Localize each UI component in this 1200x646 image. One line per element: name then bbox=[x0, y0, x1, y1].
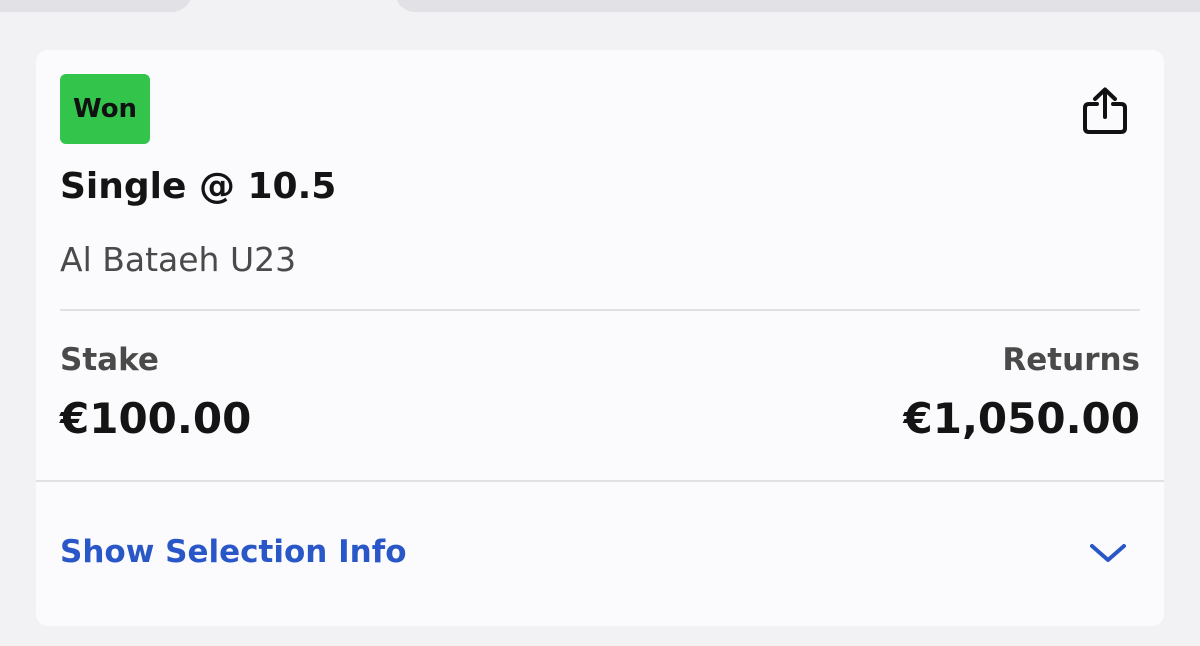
show-selection-info-label: Show Selection Info bbox=[60, 534, 407, 570]
stake-label: Stake bbox=[60, 342, 159, 378]
returns-label: Returns bbox=[1002, 342, 1140, 378]
bet-card: Won Single @ 10.5 Al Bataeh U23 Stake €1… bbox=[36, 50, 1164, 626]
share-icon bbox=[1083, 87, 1127, 134]
selection-name: Al Bataeh U23 bbox=[60, 240, 297, 279]
divider bbox=[60, 309, 1140, 311]
show-selection-info-toggle[interactable]: Show Selection Info bbox=[36, 482, 1164, 626]
tab-right[interactable] bbox=[395, 0, 1200, 12]
page: Won Single @ 10.5 Al Bataeh U23 Stake €1… bbox=[0, 0, 1200, 646]
bet-title: Single @ 10.5 bbox=[60, 166, 337, 207]
tab-left[interactable] bbox=[0, 0, 192, 12]
chevron-down-icon bbox=[1090, 544, 1126, 562]
share-button[interactable] bbox=[1076, 82, 1134, 140]
stake-value: €100.00 bbox=[60, 394, 252, 443]
returns-value: €1,050.00 bbox=[903, 394, 1140, 443]
status-badge: Won bbox=[60, 74, 150, 144]
